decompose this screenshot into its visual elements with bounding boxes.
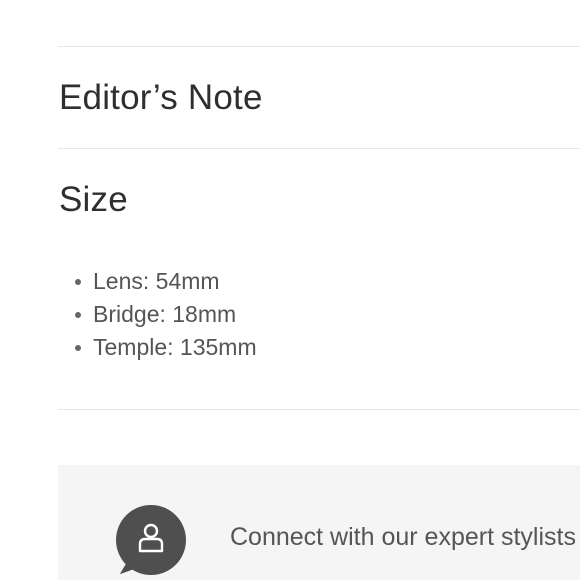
size-list: Lens: 54mm Bridge: 18mm Temple: 135mm — [0, 263, 257, 362]
stylist-connect-text[interactable]: Connect with our expert stylists — [230, 523, 576, 552]
editors-note-heading[interactable]: Editor’s Note — [59, 78, 263, 118]
person-icon — [138, 523, 164, 553]
list-item: Bridge: 18mm — [0, 296, 257, 329]
list-item: Temple: 135mm — [0, 329, 257, 362]
divider — [58, 148, 580, 149]
product-details-panel: Editor’s Note Size Lens: 54mm Bridge: 18… — [0, 0, 580, 580]
bullet-icon — [75, 279, 81, 285]
size-lens: Lens: 54mm — [93, 268, 220, 294]
divider — [58, 409, 580, 410]
size-temple: Temple: 135mm — [93, 334, 257, 360]
size-bridge: Bridge: 18mm — [93, 301, 237, 327]
list-item: Lens: 54mm — [0, 263, 257, 296]
bullet-icon — [75, 312, 81, 318]
bullet-icon — [75, 345, 81, 351]
stylist-chat-icon[interactable] — [113, 505, 186, 575]
size-heading[interactable]: Size — [59, 180, 128, 220]
stylist-banner[interactable]: Connect with our expert stylists — [58, 465, 580, 580]
divider — [58, 46, 580, 47]
